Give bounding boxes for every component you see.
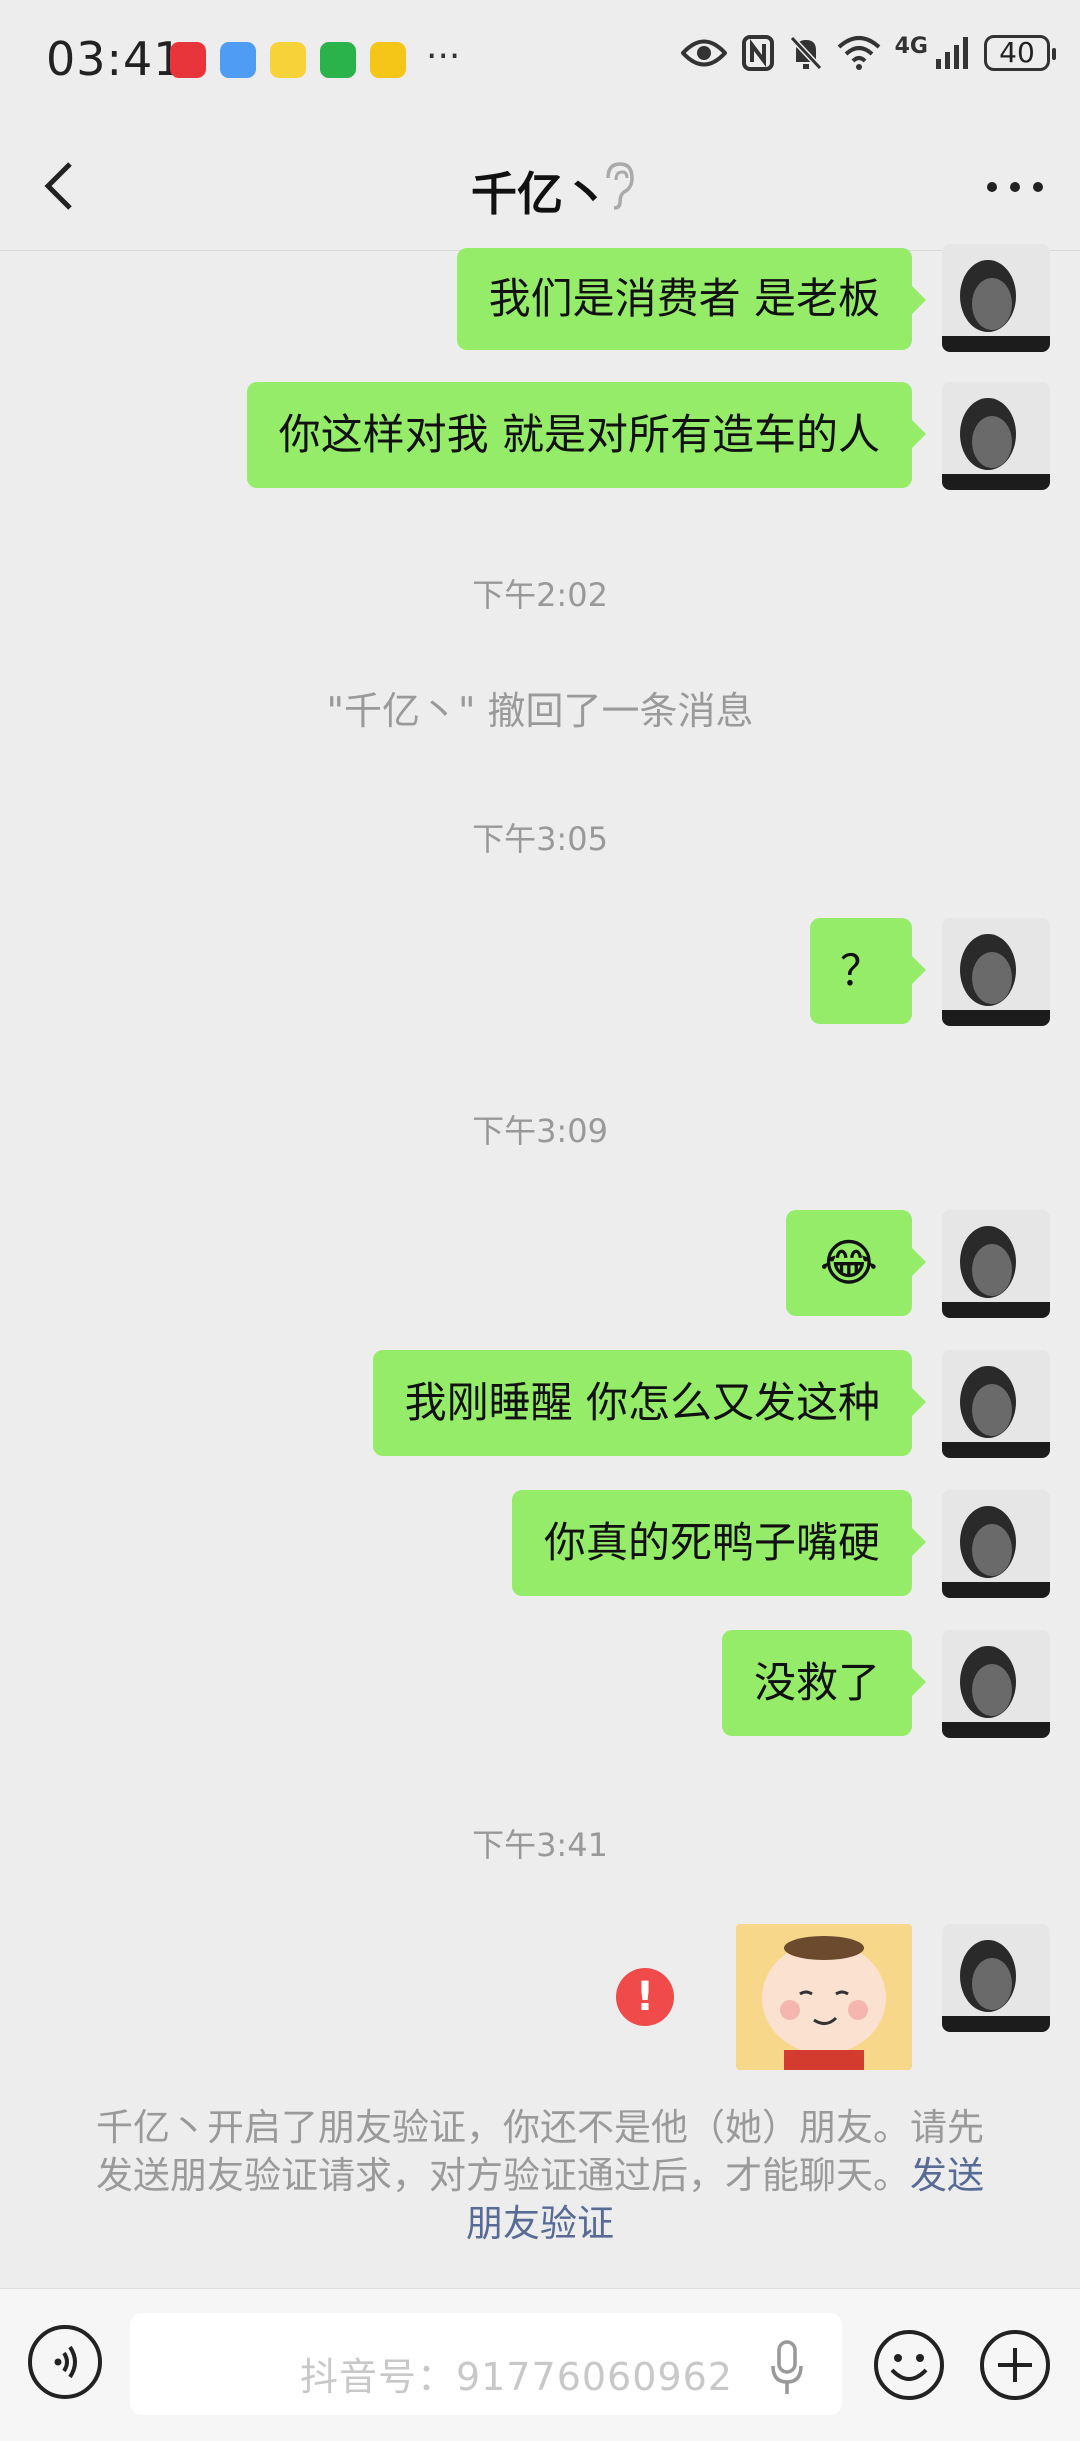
- avatar[interactable]: [942, 918, 1050, 1026]
- video-icon: [270, 42, 306, 78]
- huawei-appgallery-icon: [170, 42, 206, 78]
- message-row: 没救了: [721, 1630, 1050, 1738]
- status-time: 03:41: [46, 32, 184, 86]
- message-timestamp: 下午3:41: [472, 1826, 608, 1864]
- message-row: ？: [809, 918, 1050, 1026]
- microphone-icon[interactable]: [770, 2340, 804, 2396]
- watermark-text: 抖音号：91776060962: [300, 2355, 733, 2399]
- avatar[interactable]: [942, 1630, 1050, 1738]
- message-row: 😂: [785, 1210, 1050, 1318]
- notification-icons: ···: [170, 36, 461, 78]
- signal-icon: [936, 37, 968, 69]
- emoji-icon[interactable]: [872, 2328, 946, 2402]
- message-bubble[interactable]: ？: [809, 918, 927, 1024]
- earpiece-mode-icon: [606, 162, 634, 210]
- wechat-icon: [320, 42, 356, 78]
- status-bar: 03:41 ··· 4G 40: [0, 0, 1080, 120]
- nfc-icon: [741, 35, 774, 71]
- emoji-bubble[interactable]: 😂: [785, 1210, 927, 1316]
- wifi-icon: [837, 36, 880, 70]
- avatar[interactable]: [942, 1490, 1050, 1598]
- message-bubble[interactable]: 我刚睡醒 你怎么又发这种: [372, 1350, 927, 1456]
- avatar[interactable]: [942, 244, 1050, 352]
- friend-verification-notice: 千亿丶开启了朋友验证，你还不是他（她）朋友。请先发送朋友验证请求，对方验证通过后…: [80, 2104, 1000, 2248]
- message-row: 你这样对我 就是对所有造车的人: [246, 382, 1050, 490]
- meituan-icon: [370, 42, 406, 78]
- avatar[interactable]: [942, 382, 1050, 490]
- sticker-image[interactable]: [736, 1924, 912, 2070]
- message-bubble[interactable]: 没救了: [721, 1630, 927, 1736]
- eye-icon: [680, 39, 727, 67]
- message-timestamp: 下午2:02: [472, 576, 608, 614]
- avatar[interactable]: [942, 1210, 1050, 1318]
- status-indicators: 4G 40: [680, 34, 1056, 72]
- message-row: 我刚睡醒 你怎么又发这种: [372, 1350, 1050, 1458]
- mute-bell-icon: [789, 35, 822, 71]
- network-type: 4G: [894, 34, 928, 59]
- chat-title: 千亿丶: [471, 167, 609, 221]
- plus-icon[interactable]: [978, 2328, 1052, 2402]
- voice-icon: [54, 2345, 77, 2379]
- send-failed-icon[interactable]: !: [616, 1968, 674, 2026]
- message-bubble[interactable]: 你这样对我 就是对所有造车的人: [246, 382, 927, 488]
- message-row: !: [616, 1924, 1050, 2070]
- message-bubble[interactable]: 你真的死鸭子嘴硬: [511, 1490, 927, 1596]
- recall-notice: "千亿丶" 撤回了一条消息: [326, 689, 754, 733]
- message-row: 你真的死鸭子嘴硬: [511, 1490, 1050, 1598]
- message-timestamp: 下午3:05: [472, 820, 608, 858]
- voice-input-button[interactable]: [28, 2325, 102, 2399]
- file-icon: [220, 42, 256, 78]
- notice-text: 千亿丶开启了朋友验证，你还不是他（她）朋友。请先发送朋友验证请求，对方验证通过后…: [96, 2106, 984, 2197]
- chat-header: 千亿丶: [0, 120, 1080, 250]
- message-row: 我们是消费者 是老板: [456, 244, 1050, 352]
- avatar[interactable]: [942, 1350, 1050, 1458]
- more-options-icon[interactable]: [980, 162, 1050, 212]
- message-timestamp: 下午3:09: [472, 1112, 608, 1150]
- message-bubble[interactable]: 我们是消费者 是老板: [456, 248, 927, 350]
- avatar[interactable]: [942, 1924, 1050, 2032]
- battery-icon: 40: [984, 35, 1056, 71]
- more-notifications-icon: ···: [426, 36, 461, 77]
